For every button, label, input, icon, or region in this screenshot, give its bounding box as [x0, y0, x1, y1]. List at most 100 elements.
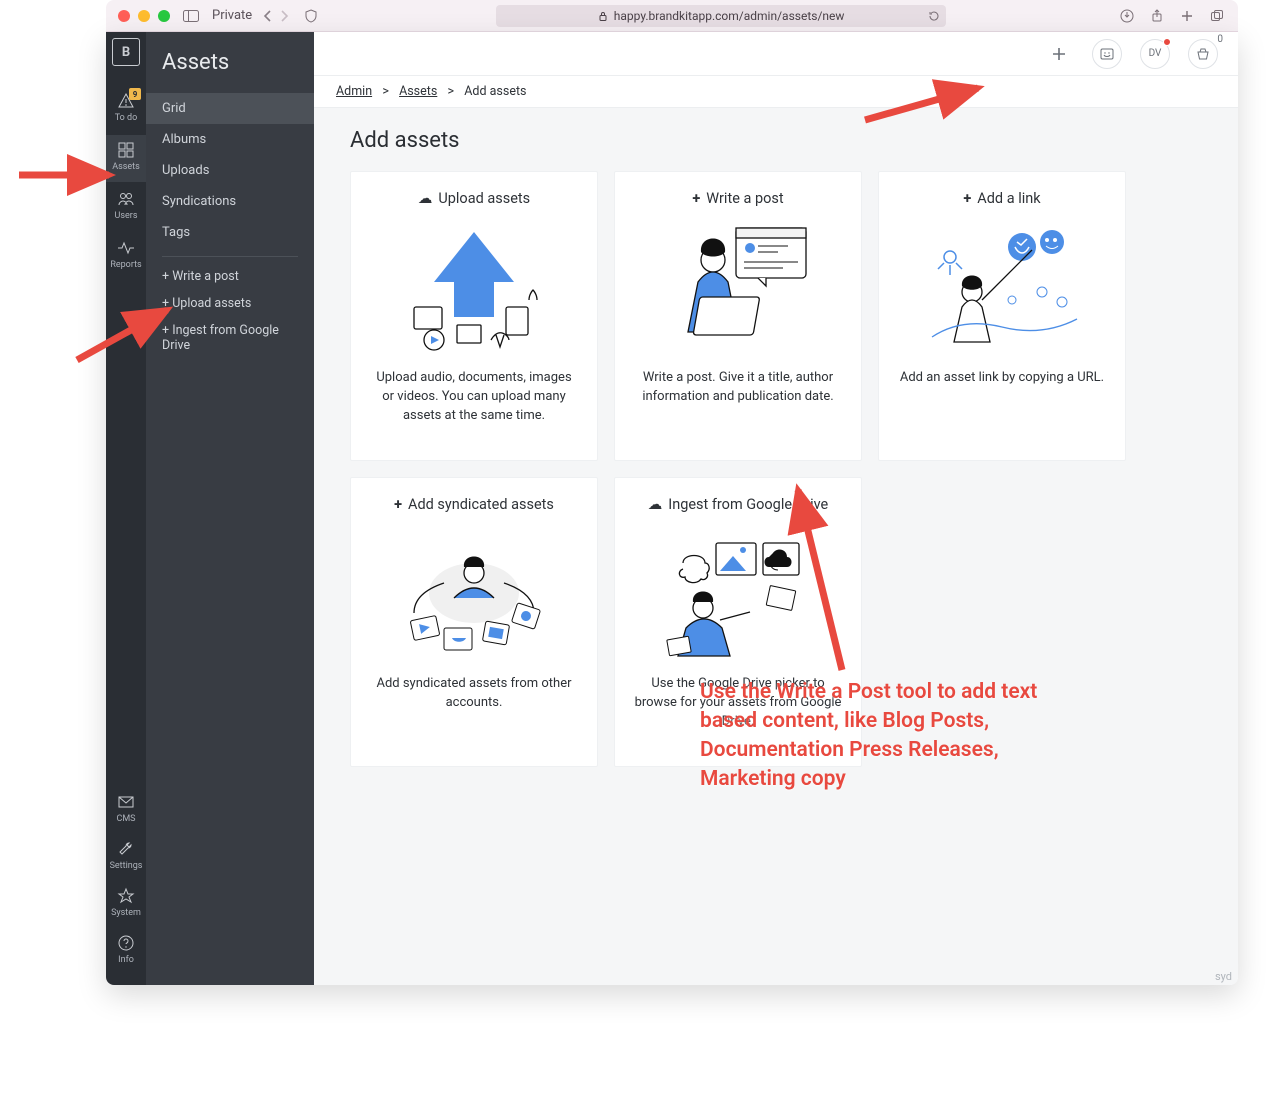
card-add-link[interactable]: + Add a link — [878, 171, 1126, 461]
annotation-text: Use the Write a Post tool to add text ba… — [700, 678, 1060, 794]
sidebar-item-albums[interactable]: Albums — [146, 124, 314, 155]
card-desc: Add an asset link by copying a URL. — [900, 369, 1104, 388]
sidebar-item-syndications[interactable]: Syndications — [146, 186, 314, 217]
basket-count: 0 — [1217, 34, 1223, 45]
chevron-right-icon[interactable] — [279, 9, 290, 23]
sidebar-action-upload-assets[interactable]: + Upload assets — [146, 290, 314, 317]
help-icon — [117, 934, 135, 952]
rail-label: To do — [115, 113, 138, 123]
sidebar-toggle-icon[interactable] — [180, 7, 202, 25]
app-logo-icon[interactable]: B — [112, 38, 140, 66]
envelope-icon — [117, 793, 135, 811]
cloud-icon: ☁ — [648, 496, 663, 513]
todo-badge: 9 — [129, 88, 141, 100]
breadcrumb: Admin > Assets > Add assets — [314, 76, 1238, 108]
rail-label: CMS — [116, 814, 135, 824]
activity-icon — [117, 239, 135, 257]
rail-label: Reports — [110, 260, 141, 270]
card-title-text: Write a post — [706, 190, 783, 207]
avatar-button[interactable]: DV — [1140, 39, 1170, 69]
notification-dot-icon — [1163, 38, 1171, 46]
topbar: DV 0 — [314, 32, 1238, 76]
card-title-text: Ingest from Google Drive — [668, 496, 828, 513]
sidebar-action-ingest-drive[interactable]: + Ingest from Google Drive — [146, 317, 314, 359]
illustration-add-link — [917, 217, 1087, 357]
sidebar-item-tags[interactable]: Tags — [146, 217, 314, 248]
plus-icon: + — [963, 190, 971, 207]
chevron-left-icon[interactable] — [262, 9, 273, 23]
url-text: happy.brandkitapp.com/admin/assets/new — [614, 9, 845, 23]
page-title: Add assets — [350, 128, 1202, 153]
avatar-initials: DV — [1149, 48, 1162, 59]
window-traffic-lights[interactable] — [118, 10, 170, 22]
illustration-syndicated — [389, 523, 559, 663]
browser-chrome: Private happy.brandkitapp.com/admin/asse… — [106, 0, 1238, 32]
inbox-icon — [1099, 46, 1115, 62]
users-icon — [117, 190, 135, 208]
maximize-window-icon[interactable] — [158, 10, 170, 22]
downloads-icon[interactable] — [1120, 9, 1136, 23]
share-icon[interactable] — [1150, 9, 1166, 23]
basket-icon — [1195, 46, 1211, 62]
card-title-text: Add a link — [977, 190, 1040, 207]
nav-back-forward[interactable] — [262, 9, 290, 23]
nav-rail: B 9 To do Assets Users Reports CMS Setti… — [106, 32, 146, 985]
breadcrumb-assets[interactable]: Assets — [399, 84, 437, 99]
footer-tag: syd — [1215, 970, 1232, 983]
rail-label: Info — [118, 955, 134, 965]
plus-icon: + — [394, 496, 402, 513]
basket-button[interactable]: 0 — [1188, 39, 1218, 69]
card-title-text: Add syndicated assets — [408, 496, 554, 513]
rail-item-assets[interactable]: Assets — [106, 135, 146, 182]
new-tab-icon[interactable] — [1180, 9, 1196, 23]
tabs-icon[interactable] — [1210, 9, 1226, 23]
sidebar-item-uploads[interactable]: Uploads — [146, 155, 314, 186]
wrench-icon — [117, 840, 135, 858]
close-window-icon[interactable] — [118, 10, 130, 22]
card-upload-assets[interactable]: ☁Upload assets Upload audio, document — [350, 171, 598, 461]
shield-icon[interactable] — [300, 7, 322, 25]
inbox-button[interactable] — [1092, 39, 1122, 69]
url-bar[interactable]: happy.brandkitapp.com/admin/assets/new — [496, 5, 946, 27]
sidebar-action-write-post[interactable]: + Write a post — [146, 263, 314, 290]
star-icon — [117, 887, 135, 905]
rail-label: Assets — [112, 162, 140, 172]
sidebar: Assets Grid Albums Uploads Syndications … — [146, 32, 314, 985]
grid-icon — [117, 141, 135, 159]
card-write-post[interactable]: + Write a post — [614, 171, 862, 461]
private-label: Private — [212, 8, 252, 23]
card-title-text: Upload assets — [438, 190, 530, 207]
card-desc: Add syndicated assets from other account… — [369, 675, 579, 713]
rail-item-reports[interactable]: Reports — [106, 233, 146, 280]
card-desc: Write a post. Give it a title, author in… — [633, 369, 843, 407]
refresh-icon[interactable] — [928, 10, 940, 22]
add-button[interactable] — [1044, 39, 1074, 69]
card-syndicated[interactable]: + Add syndicated assets — [350, 477, 598, 767]
rail-item-todo[interactable]: 9 To do — [106, 86, 146, 133]
chrome-right-buttons — [1120, 9, 1226, 23]
card-desc: Upload audio, documents, images or video… — [369, 369, 579, 426]
rail-item-cms[interactable]: CMS — [106, 787, 146, 834]
rail-item-settings[interactable]: Settings — [106, 834, 146, 881]
illustration-drive — [653, 523, 823, 663]
sidebar-divider — [162, 256, 298, 257]
sidebar-title: Assets — [146, 46, 314, 93]
content-area: DV 0 Admin > Assets > Add assets Add ass… — [314, 32, 1238, 985]
rail-label: Settings — [110, 861, 143, 871]
cloud-upload-icon: ☁ — [418, 190, 433, 207]
rail-item-system[interactable]: System — [106, 881, 146, 928]
app-window: B 9 To do Assets Users Reports CMS Setti… — [106, 32, 1238, 985]
plus-icon: + — [692, 190, 700, 207]
illustration-upload — [389, 217, 559, 357]
rail-item-info[interactable]: Info — [106, 928, 146, 975]
illustration-write-post — [653, 217, 823, 357]
rail-label: Users — [115, 211, 138, 221]
lock-icon — [598, 11, 608, 21]
sidebar-item-grid[interactable]: Grid — [146, 93, 314, 124]
plus-icon — [1051, 46, 1067, 62]
breadcrumb-leaf: Add assets — [464, 84, 526, 99]
breadcrumb-admin[interactable]: Admin — [336, 84, 372, 99]
rail-item-users[interactable]: Users — [106, 184, 146, 231]
rail-label: System — [111, 908, 141, 918]
minimize-window-icon[interactable] — [138, 10, 150, 22]
